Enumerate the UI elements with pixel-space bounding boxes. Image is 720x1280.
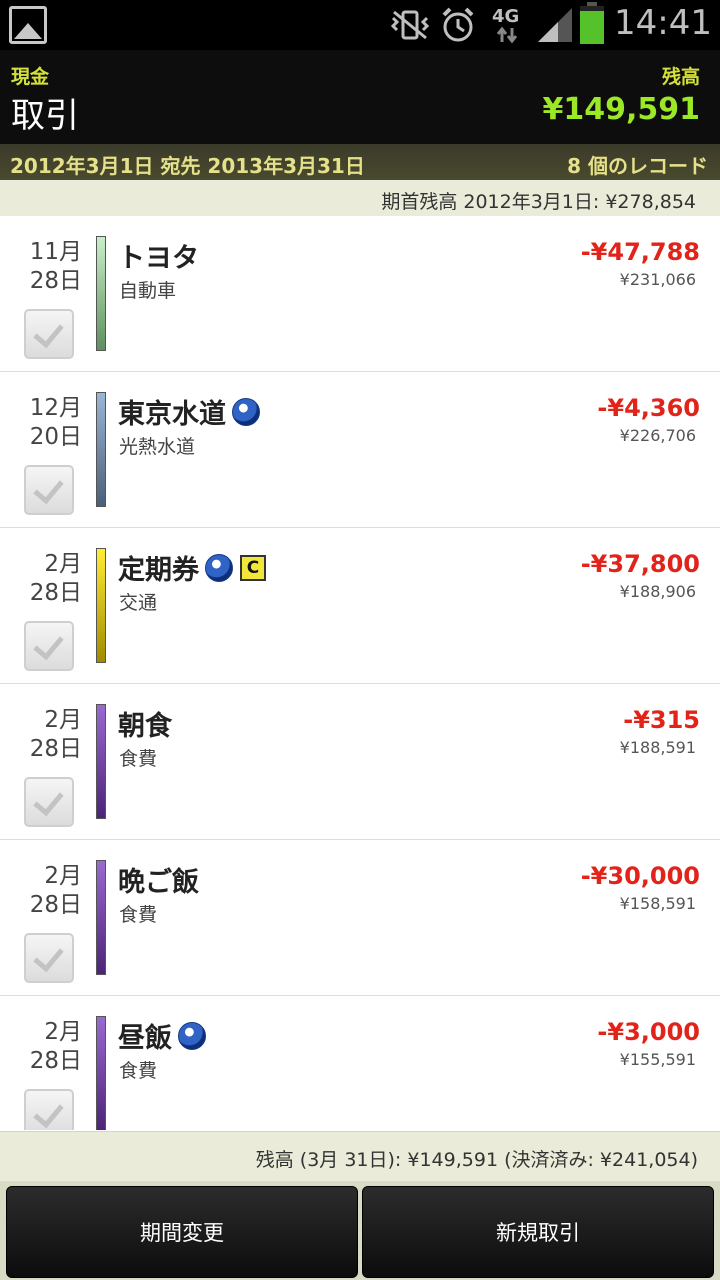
transaction-amount: -¥30,000 [580, 862, 700, 890]
change-period-button[interactable]: 期間変更 [6, 1186, 358, 1278]
transaction-month: 2月 [44, 551, 82, 577]
transaction-category: 食費 [119, 1060, 158, 1082]
cleared-c-icon: C [240, 554, 266, 581]
new-transaction-button[interactable]: 新規取引 [362, 1186, 714, 1278]
transaction-date: 11月 28日 [30, 238, 82, 296]
signal-strength-icon [538, 8, 572, 42]
transaction-date: 2月 28日 [30, 862, 82, 920]
transaction-amount: -¥315 [623, 706, 700, 734]
transaction-date: 2月 28日 [30, 550, 82, 608]
transaction-payee: 定期券 C [118, 548, 266, 587]
transaction-payee: 晩ご飯 [118, 860, 199, 899]
payee-name: 定期券 [118, 555, 199, 586]
transaction-date: 2月 28日 [30, 706, 82, 764]
transaction-month: 12月 [29, 395, 82, 421]
data-transfer-icon [496, 27, 518, 43]
category-color-bar [96, 704, 106, 819]
repeat-icon [232, 397, 260, 426]
transaction-category: 交通 [119, 592, 158, 614]
transaction-row[interactable]: 2月 28日 昼飯 食費 -¥3,000 ¥155,591 [0, 996, 720, 1130]
reconcile-checkbox[interactable] [24, 309, 74, 359]
transaction-day: 28日 [29, 1048, 82, 1074]
network-type-label: 4G [492, 6, 520, 27]
transaction-row[interactable]: 11月 28日 トヨタ 自動車 -¥47,788 ¥231,066 [0, 216, 720, 372]
balance-label: 残高 [661, 66, 700, 88]
reconcile-checkbox[interactable] [24, 465, 74, 515]
date-range-bar: 2012年3月1日 宛先 2013年3月31日 8 個のレコード [0, 144, 720, 180]
category-color-bar [96, 236, 106, 351]
action-bar: 期間変更 新規取引 [0, 1181, 720, 1280]
reconcile-checkbox[interactable] [24, 1089, 74, 1130]
clock: 14:41 [614, 3, 712, 43]
opening-balance: 期首残高 2012年3月1日: ¥278,854 [381, 191, 696, 213]
transaction-month: 2月 [44, 1019, 82, 1045]
transaction-row[interactable]: 2月 28日 晩ご飯 食費 -¥30,000 ¥158,591 [0, 840, 720, 996]
payee-name: 晩ご飯 [118, 867, 199, 898]
running-balance: ¥158,591 [619, 894, 696, 913]
date-range: 2012年3月1日 宛先 2013年3月31日 [10, 154, 365, 178]
transaction-day: 20日 [29, 424, 82, 450]
transaction-month: 11月 [29, 239, 82, 265]
transaction-category: 自動車 [119, 280, 177, 302]
transaction-amount: -¥37,800 [580, 550, 700, 578]
transaction-row[interactable]: 2月 28日 朝食 食費 -¥315 ¥188,591 [0, 684, 720, 840]
transaction-payee: 朝食 [118, 704, 172, 743]
account-header: 現金 取引 残高 ¥149,591 [0, 50, 720, 144]
transaction-date: 2月 28日 [30, 1018, 82, 1076]
transaction-day: 28日 [29, 580, 82, 606]
running-balance: ¥188,591 [619, 738, 696, 757]
running-balance: ¥231,066 [619, 270, 696, 289]
transaction-payee: 昼飯 [118, 1016, 206, 1055]
repeat-icon [205, 553, 233, 582]
transaction-category: 食費 [119, 904, 158, 926]
transaction-date: 12月 20日 [30, 394, 82, 452]
transaction-amount: -¥47,788 [580, 238, 700, 266]
category-color-bar [96, 860, 106, 975]
reconcile-checkbox[interactable] [24, 933, 74, 983]
record-count: 8 個のレコード [567, 154, 708, 178]
transaction-amount: -¥4,360 [597, 394, 700, 422]
transaction-payee: トヨタ [118, 236, 199, 275]
transaction-row[interactable]: 12月 20日 東京水道 光熱水道 -¥4,360 ¥226,706 [0, 372, 720, 528]
alarm-icon [442, 7, 474, 42]
running-balance: ¥155,591 [619, 1050, 696, 1069]
payee-name: トヨタ [118, 243, 199, 274]
account-name: 現金 [11, 66, 50, 88]
transaction-category: 食費 [119, 748, 158, 770]
transaction-month: 2月 [44, 863, 82, 889]
closing-balance-summary: 残高 (3月 31日): ¥149,591 (決済済み: ¥241,054) [255, 1149, 698, 1171]
running-balance: ¥226,706 [619, 426, 696, 445]
category-color-bar [96, 548, 106, 663]
status-bar: 4G 14:41 [0, 0, 720, 50]
page-title: 取引 [11, 96, 79, 136]
transaction-day: 28日 [29, 892, 82, 918]
reconcile-checkbox[interactable] [24, 777, 74, 827]
payee-name: 東京水道 [118, 399, 226, 430]
transaction-amount: -¥3,000 [597, 1018, 700, 1046]
summary-bar: 残高 (3月 31日): ¥149,591 (決済済み: ¥241,054) [0, 1131, 720, 1181]
running-balance: ¥188,906 [619, 582, 696, 601]
category-color-bar [96, 392, 106, 507]
transaction-day: 28日 [29, 736, 82, 762]
gallery-notification-icon [9, 6, 47, 44]
transaction-day: 28日 [29, 268, 82, 294]
payee-name: 朝食 [118, 711, 172, 742]
transaction-row[interactable]: 2月 28日 定期券 C 交通 -¥37,800 ¥188,906 [0, 528, 720, 684]
transaction-payee: 東京水道 [118, 392, 260, 431]
payee-name: 昼飯 [118, 1023, 172, 1054]
battery-icon [580, 2, 604, 44]
balance-value: ¥149,591 [542, 92, 700, 127]
category-color-bar [96, 1016, 106, 1130]
transaction-list[interactable]: 11月 28日 トヨタ 自動車 -¥47,788 ¥231,066 12月 20… [0, 216, 720, 1130]
transaction-month: 2月 [44, 707, 82, 733]
opening-balance-bar: 期首残高 2012年3月1日: ¥278,854 [0, 180, 720, 216]
transaction-category: 光熱水道 [119, 436, 196, 458]
reconcile-checkbox[interactable] [24, 621, 74, 671]
repeat-icon [178, 1021, 206, 1050]
vibrate-mute-icon [390, 10, 430, 40]
